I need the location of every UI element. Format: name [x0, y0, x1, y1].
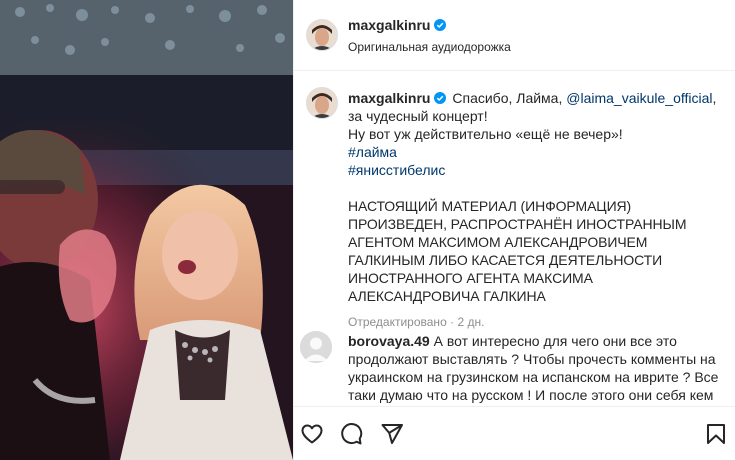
- caption: maxgalkinru Спасибо, Лайма, @laima_vaiku…: [348, 89, 726, 329]
- caption-avatar[interactable]: [306, 87, 338, 119]
- meta-separator: ·: [450, 315, 455, 329]
- foreign-agent-notice: НАСТОЯЩИЙ МАТЕРИАЛ (ИНФОРМАЦИЯ) ПРОИЗВЕД…: [348, 198, 687, 304]
- post-meta: Отредактировано · 2 дн.: [348, 315, 726, 329]
- action-bar: [294, 406, 735, 460]
- hashtag-link[interactable]: #лайма: [348, 143, 726, 161]
- comment-username[interactable]: borovaya.49: [348, 333, 430, 349]
- caption-text: maxgalkinru Спасибо, Лайма, @laima_vaiku…: [348, 89, 726, 125]
- avatar-image: [307, 88, 337, 118]
- caption-username[interactable]: maxgalkinru: [348, 90, 430, 106]
- avatar[interactable]: [306, 19, 338, 51]
- caption-intro: Спасибо, Лайма,: [452, 90, 567, 106]
- edited-label: Отредактировано: [348, 315, 447, 329]
- audio-label[interactable]: Оригинальная аудиодорожка: [348, 40, 511, 54]
- hashtag-link[interactable]: #янисстибелис: [348, 161, 726, 179]
- comment: borovaya.49 А вот интересно для чего они…: [348, 332, 726, 404]
- concert-photo: [0, 0, 293, 460]
- avatar-image: [307, 20, 337, 50]
- comment-avatar[interactable]: [300, 331, 332, 363]
- header-user: maxgalkinru: [348, 17, 447, 35]
- bookmark-icon[interactable]: [704, 422, 728, 446]
- caption-line2: Ну вот уж действительно «ещё не вечер»!: [348, 126, 623, 142]
- mention-link[interactable]: @laima_vaikule_official: [566, 90, 712, 106]
- post-panel: maxgalkinru Оригинальная аудиодорожка ma…: [293, 0, 735, 460]
- paper-plane-icon[interactable]: [380, 422, 404, 446]
- comment-icon[interactable]: [339, 422, 363, 446]
- post-media[interactable]: [0, 0, 293, 460]
- verified-badge-icon: [434, 19, 447, 31]
- default-avatar-icon: [300, 331, 332, 363]
- post-time[interactable]: 2 дн.: [457, 315, 484, 329]
- post-header: maxgalkinru Оригинальная аудиодорожка: [294, 0, 735, 71]
- verified-badge-icon: [434, 92, 447, 104]
- username[interactable]: maxgalkinru: [348, 17, 430, 33]
- heart-icon[interactable]: [300, 422, 324, 446]
